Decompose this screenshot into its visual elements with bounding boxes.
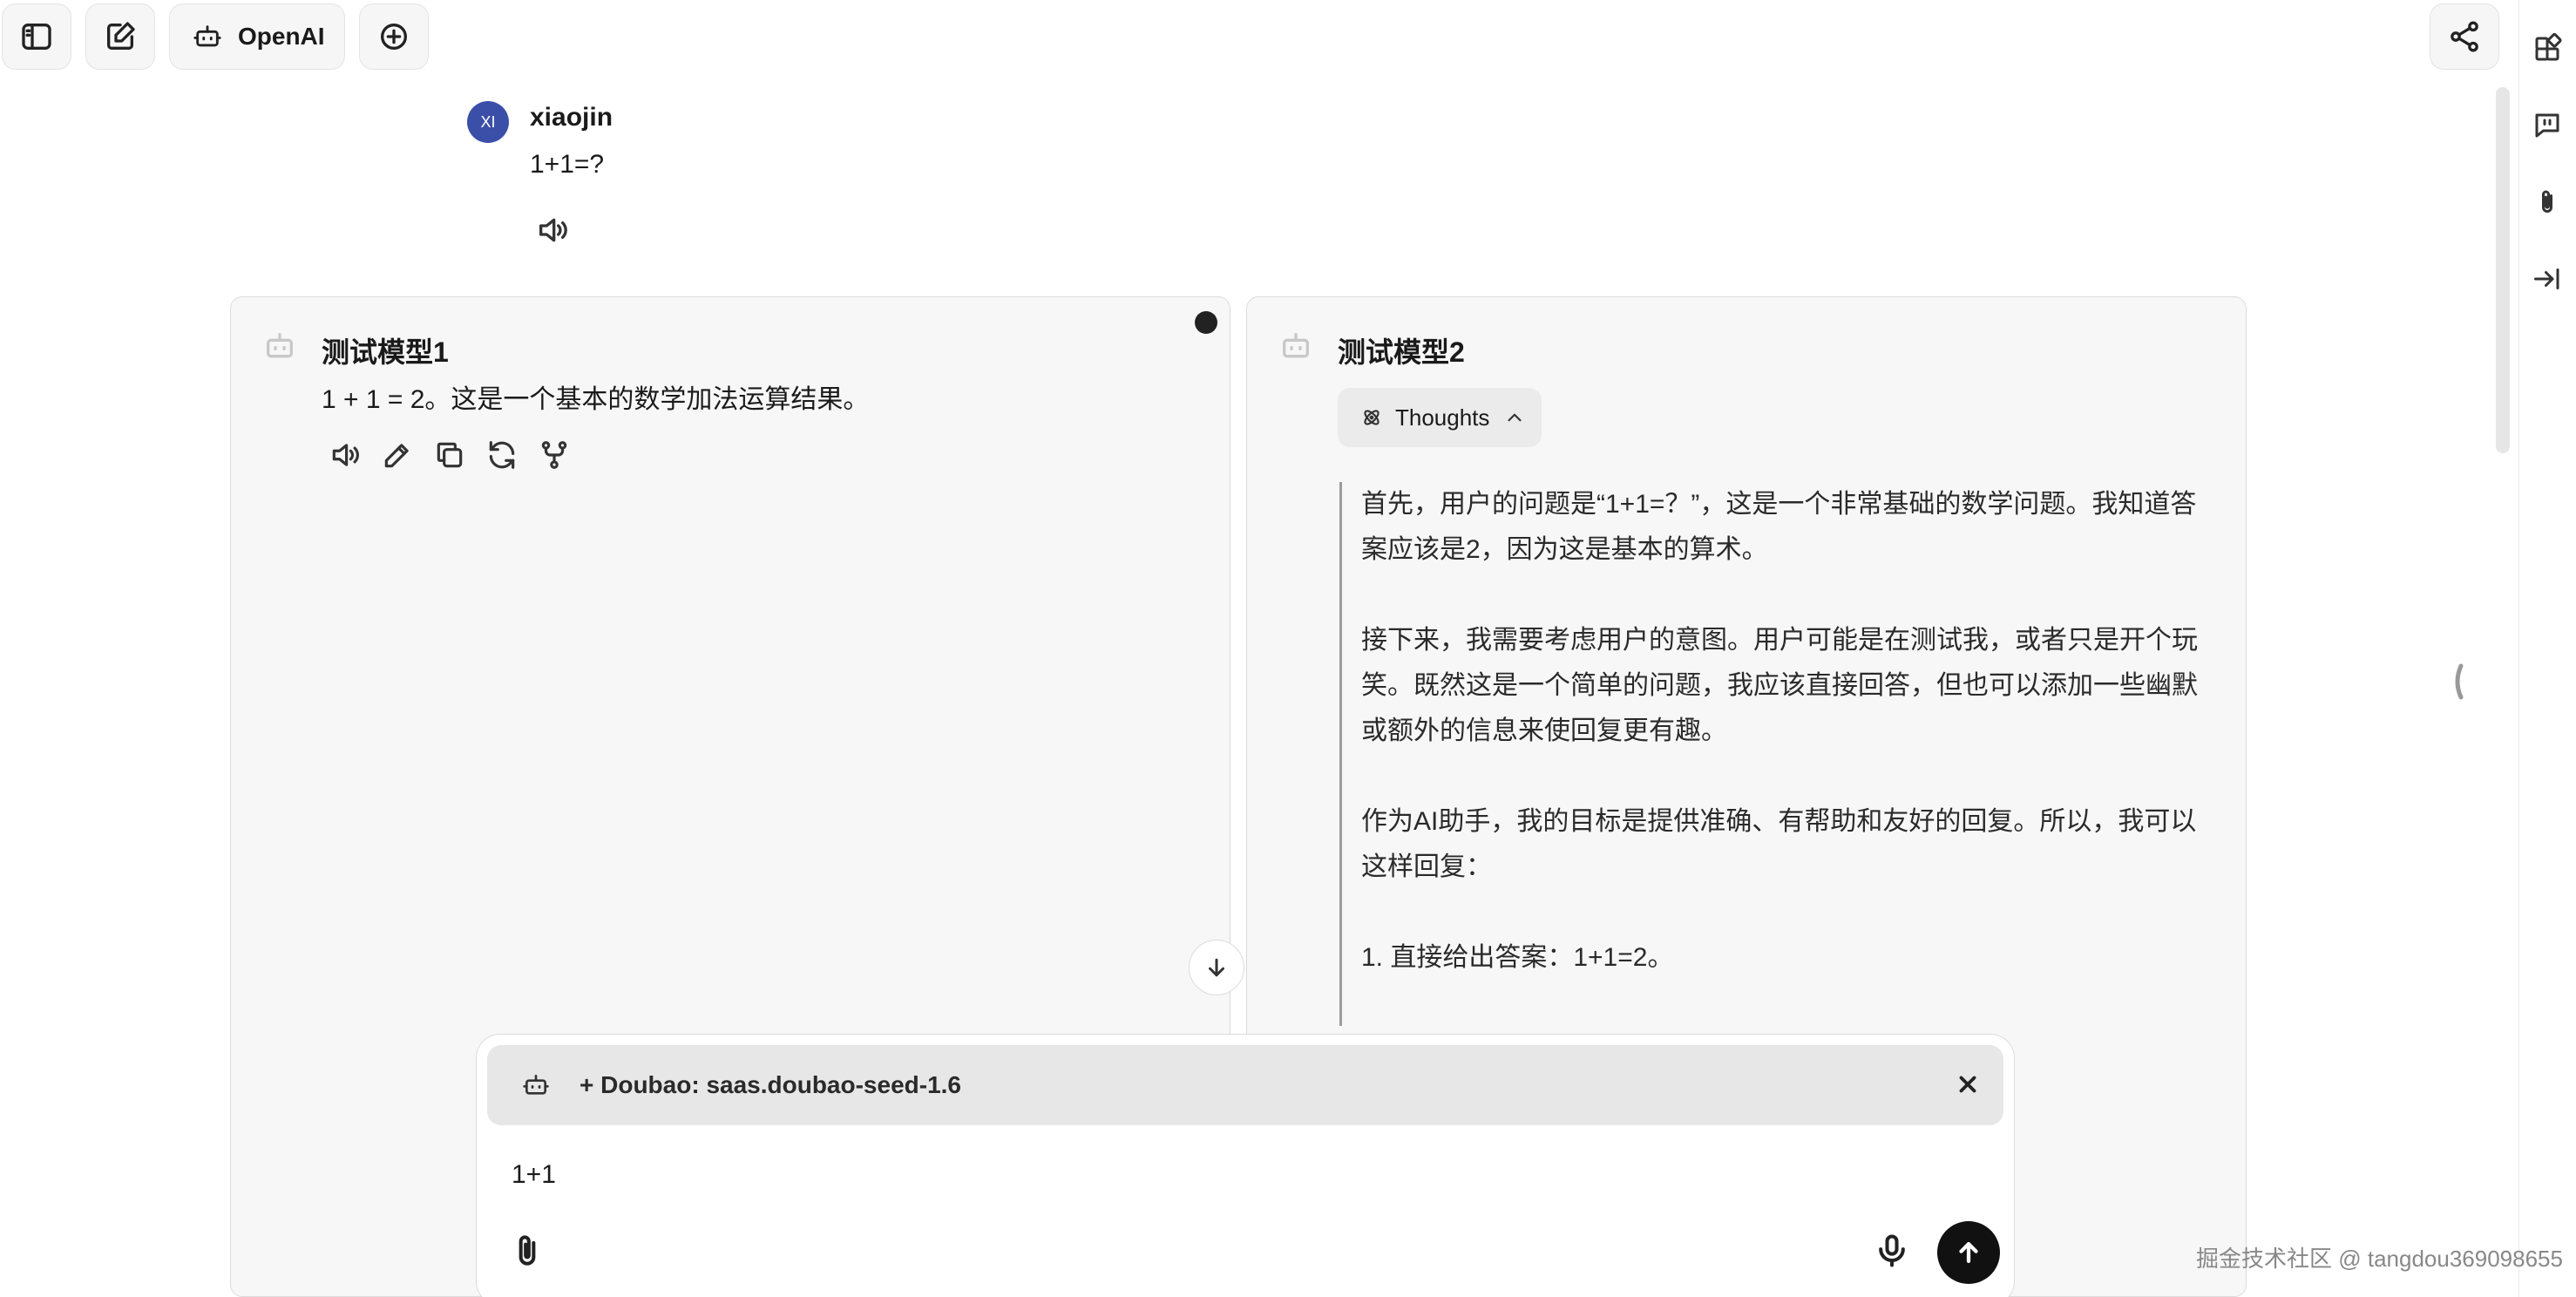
speaker-icon	[539, 218, 567, 242]
chevron-up-icon	[1508, 413, 1522, 422]
apps-rail-button[interactable]	[2532, 32, 2563, 65]
thought-paragraph: 首先，用户的问题是“1+1=？”，这是一个非常基础的数学问题。我知道答案应该是2…	[1361, 490, 2197, 564]
avatar: XI	[467, 101, 509, 143]
robot-icon	[1278, 329, 1313, 363]
voice-input-button[interactable]	[1873, 1232, 1911, 1270]
thought-paragraph: 作为AI助手，我的目标是提供准确、有帮助和友好的回复。所以，我可以这样回复：	[1361, 807, 2197, 881]
arrow-down-icon	[1209, 958, 1224, 977]
fork-icon	[541, 441, 567, 469]
robot-icon	[522, 1071, 550, 1099]
sidebar-icon	[22, 24, 51, 50]
message-input[interactable]	[512, 1160, 1906, 1190]
provider-button[interactable]: OpenAI	[169, 3, 345, 70]
watermark: 掘金技术社区 @ tangdou369098655	[2196, 1246, 2563, 1272]
chevron-left-icon	[2455, 663, 2464, 700]
read-aloud-button[interactable]	[535, 213, 570, 248]
atom-icon	[1364, 410, 1380, 425]
copy-icon	[437, 442, 463, 468]
message-icon	[2535, 113, 2559, 138]
arrow-right-to-line-icon	[2534, 268, 2559, 289]
plus-circle-icon	[381, 24, 407, 50]
refresh-icon	[489, 441, 515, 469]
model-title: 测试模型1	[322, 336, 449, 368]
copy-button[interactable]	[433, 438, 466, 472]
microphone-icon	[1879, 1234, 1905, 1267]
sidebar-toggle-button[interactable]	[2, 3, 71, 70]
share-button[interactable]	[2430, 3, 2499, 70]
provider-label: OpenAI	[238, 23, 325, 50]
streaming-indicator	[1195, 311, 1217, 334]
add-model-button[interactable]	[359, 3, 429, 70]
share-icon	[2451, 21, 2478, 52]
speaker-icon	[332, 444, 359, 466]
arrow-up-icon	[1959, 1241, 1978, 1264]
user-message-text: 1+1=?	[530, 150, 605, 179]
remove-model-button[interactable]	[1955, 1071, 1981, 1097]
thoughts-label: Thoughts	[1395, 404, 1490, 431]
model-chip-label: + Doubao: saas.doubao-seed-1.6	[580, 1071, 961, 1098]
model-title: 测试模型2	[1338, 336, 1465, 368]
send-button[interactable]	[1937, 1221, 2000, 1284]
scroll-to-bottom-button[interactable]	[1189, 940, 1244, 995]
thoughts-content: 首先，用户的问题是“1+1=？”，这是一个非常基础的数学问题。我知道答案应该是2…	[1339, 482, 2220, 1026]
selected-model-chip[interactable]: + Doubao: saas.doubao-seed-1.6	[487, 1045, 2003, 1125]
close-icon	[1959, 1076, 1976, 1093]
prompts-rail-button[interactable]	[2532, 110, 2563, 141]
composer: + Doubao: saas.doubao-seed-1.6	[476, 1034, 2015, 1297]
apps-icon	[2535, 32, 2562, 61]
read-aloud-button[interactable]	[329, 438, 362, 472]
message-actions	[329, 438, 571, 472]
thoughts-toggle[interactable]: Thoughts	[1338, 388, 1542, 447]
paperclip-icon	[519, 1235, 536, 1266]
thought-paragraph: 1. 直接给出答案：1+1=2。	[1361, 943, 1674, 972]
thought-paragraph: 接下来，我需要考虑用户的意图。用户可能是在测试我，或者只是开个玩笑。既然这是一个…	[1361, 626, 2198, 745]
collapse-rail-button[interactable]	[2532, 263, 2563, 295]
fork-button[interactable]	[538, 438, 571, 472]
new-chat-button[interactable]	[85, 3, 155, 70]
regenerate-button[interactable]	[485, 438, 519, 472]
side-panel-handle[interactable]	[2449, 662, 2466, 701]
robot-icon	[262, 329, 297, 363]
attachments-rail-button[interactable]	[2532, 187, 2563, 218]
right-rail	[2518, 0, 2576, 1297]
scrollbar[interactable]	[2496, 87, 2510, 453]
edit-button[interactable]	[381, 438, 414, 472]
pencil-icon	[384, 444, 409, 468]
attach-file-button[interactable]	[508, 1232, 546, 1270]
robot-icon	[193, 25, 221, 47]
edit-icon	[107, 22, 135, 50]
model-answer: 1 + 1 = 2。这是一个基本的数学加法运算结果。	[322, 385, 870, 414]
paperclip-icon	[2542, 190, 2552, 213]
username: xiaojin	[530, 103, 613, 132]
